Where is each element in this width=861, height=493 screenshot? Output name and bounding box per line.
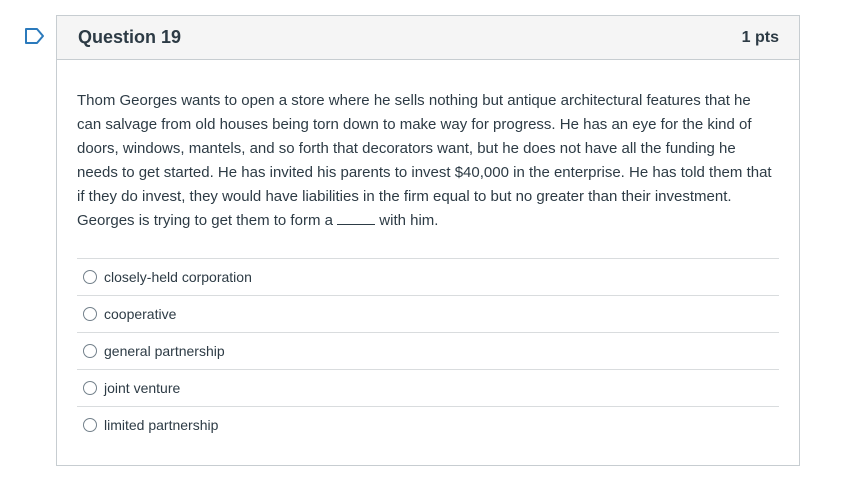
answer-label: cooperative <box>104 306 177 322</box>
answer-label: limited partnership <box>104 417 219 433</box>
fill-in-blank <box>337 221 376 225</box>
question-body: Thom Georges wants to open a store where… <box>57 60 799 443</box>
answer-option[interactable]: general partnership <box>77 332 779 369</box>
question-title: Question 19 <box>78 27 182 47</box>
radio-button[interactable] <box>83 270 97 284</box>
answer-option[interactable]: limited partnership <box>77 406 779 443</box>
question-text-before: Thom Georges wants to open a store where… <box>77 92 772 229</box>
question-points: 1 pts <box>741 28 779 46</box>
answer-label: joint venture <box>104 380 181 396</box>
answer-option[interactable]: closely-held corporation <box>77 258 779 295</box>
question-text: Thom Georges wants to open a store where… <box>77 89 779 233</box>
answer-label: closely-held corporation <box>104 269 252 285</box>
answer-option[interactable]: cooperative <box>77 295 779 332</box>
question-text-after: with him. <box>375 212 439 229</box>
radio-button[interactable] <box>83 381 97 395</box>
answer-list: closely-held corporation cooperative gen… <box>77 258 779 443</box>
question-header: Question 19 1 pts <box>57 16 799 60</box>
flag-question-icon[interactable] <box>24 27 46 45</box>
answer-label: general partnership <box>104 343 225 359</box>
radio-button[interactable] <box>83 307 97 321</box>
radio-button[interactable] <box>83 418 97 432</box>
question-card: Question 19 1 pts Thom Georges wants to … <box>56 15 800 466</box>
radio-button[interactable] <box>83 344 97 358</box>
answer-option[interactable]: joint venture <box>77 369 779 406</box>
